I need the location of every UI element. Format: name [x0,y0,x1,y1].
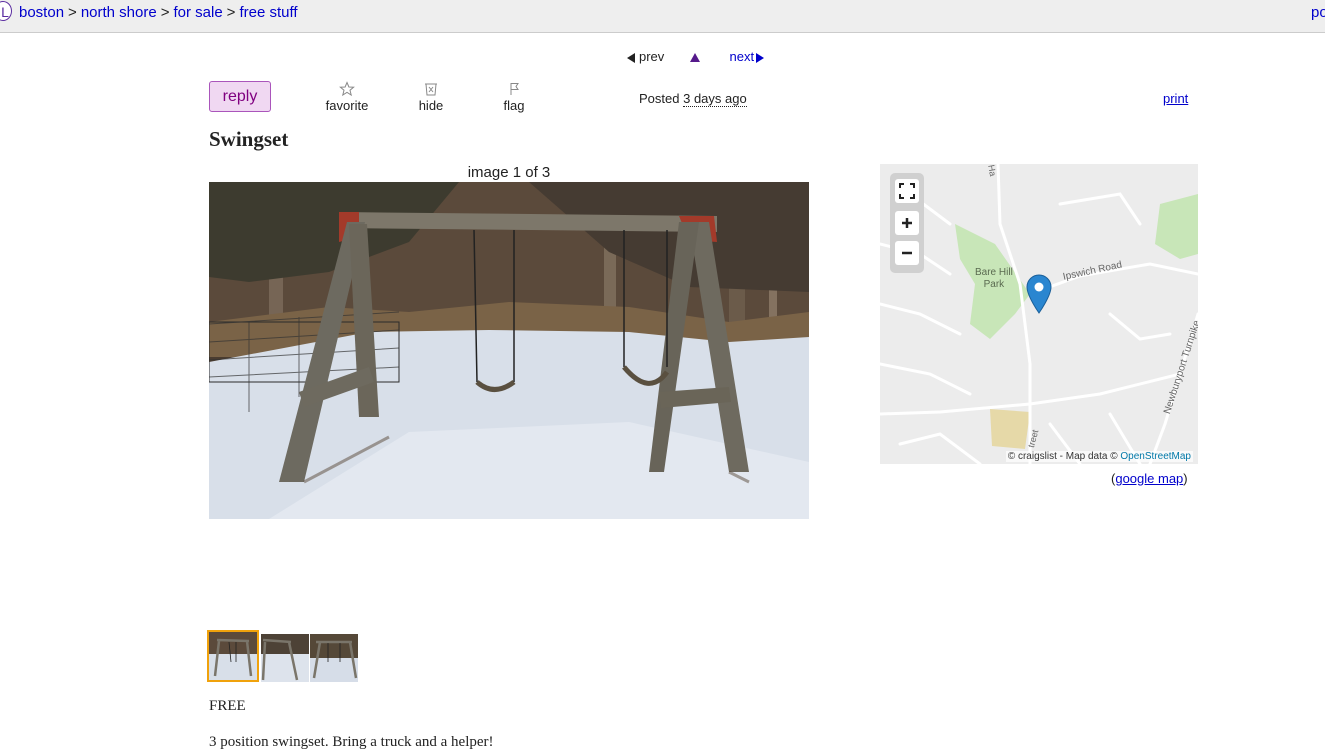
price-text: FREE [209,698,246,714]
map-park-label: Bare Hill Park [975,267,1013,291]
flag-button[interactable]: flag [503,81,525,113]
posted-date: Posted 3 days ago [639,91,747,107]
map-attribution: © craigslist - Map data © OpenStreetMap [1005,451,1193,462]
star-icon [325,81,369,97]
craigslist-logo[interactable]: L [0,1,12,21]
prev-label: prev [639,49,665,64]
openstreetmap-link[interactable]: OpenStreetMap [1120,451,1191,462]
image-counter: image 1 of 3 [467,164,551,181]
prev-arrow-icon [627,52,635,63]
thumbnail-1[interactable] [207,630,259,682]
map-attribution-text: © craigslist - Map data © [1007,451,1118,462]
fullscreen-button[interactable] [895,179,919,203]
breadcrumb-separator: > [226,4,236,21]
next-link[interactable]: next [730,49,765,64]
main-photo[interactable] [209,182,809,519]
post-navigation: prev next [627,49,765,64]
breadcrumb-bar: L boston > north shore > for sale > free stuff… [0,0,1325,33]
hide-icon [416,81,446,97]
prev-link[interactable]: prev [627,49,664,64]
google-map-link[interactable]: google map [1115,471,1183,486]
print-link[interactable]: print [1163,91,1188,106]
plus-icon [902,218,912,228]
breadcrumb: boston > north shore > for sale > free stuff [19,4,298,21]
zoom-in-button[interactable] [895,211,919,235]
map-road-label: Ha [986,164,998,178]
map-controls [890,173,924,273]
post-link[interactable]: po [1311,4,1325,21]
breadcrumb-free-stuff[interactable]: free stuff [239,4,297,21]
next-arrow-icon [756,52,765,63]
next-label: next [729,49,755,64]
flag-icon [503,81,525,97]
google-map-link-wrapper: (google map) [1111,471,1188,486]
favorite-label: favorite [325,98,369,113]
posted-label: Posted [639,91,680,106]
breadcrumb-for-sale[interactable]: for sale [173,4,222,21]
minus-icon [902,251,912,255]
hide-label: hide [418,98,444,113]
breadcrumb-separator: > [68,4,77,21]
map-park-label-1: Bare Hill [975,267,1013,278]
hide-button[interactable]: hide [416,81,446,113]
favorite-button[interactable]: favorite [325,81,369,113]
page-title: Swingset [209,127,289,151]
map-park-label-2: Park [983,279,1005,290]
breadcrumb-north-shore[interactable]: north shore [81,4,157,21]
location-map[interactable]: Ha Bare Hill Park Ipswich Road Newburypor… [880,164,1198,464]
posted-ago: 3 days ago [683,91,747,107]
flag-label: flag [503,98,525,113]
reply-button[interactable]: reply [209,81,271,112]
posting-body: 3 position swingset. Bring a truck and a… [209,734,494,750]
thumbnail-3[interactable] [310,634,358,682]
zoom-out-button[interactable] [895,241,919,265]
fullscreen-icon [899,183,915,199]
breadcrumb-boston[interactable]: boston [19,4,64,21]
map-marker-icon[interactable] [1026,274,1052,319]
thumbnail-2[interactable] [261,634,309,682]
up-link[interactable] [689,49,700,64]
up-arrow-icon [689,53,700,63]
breadcrumb-separator: > [160,4,170,21]
